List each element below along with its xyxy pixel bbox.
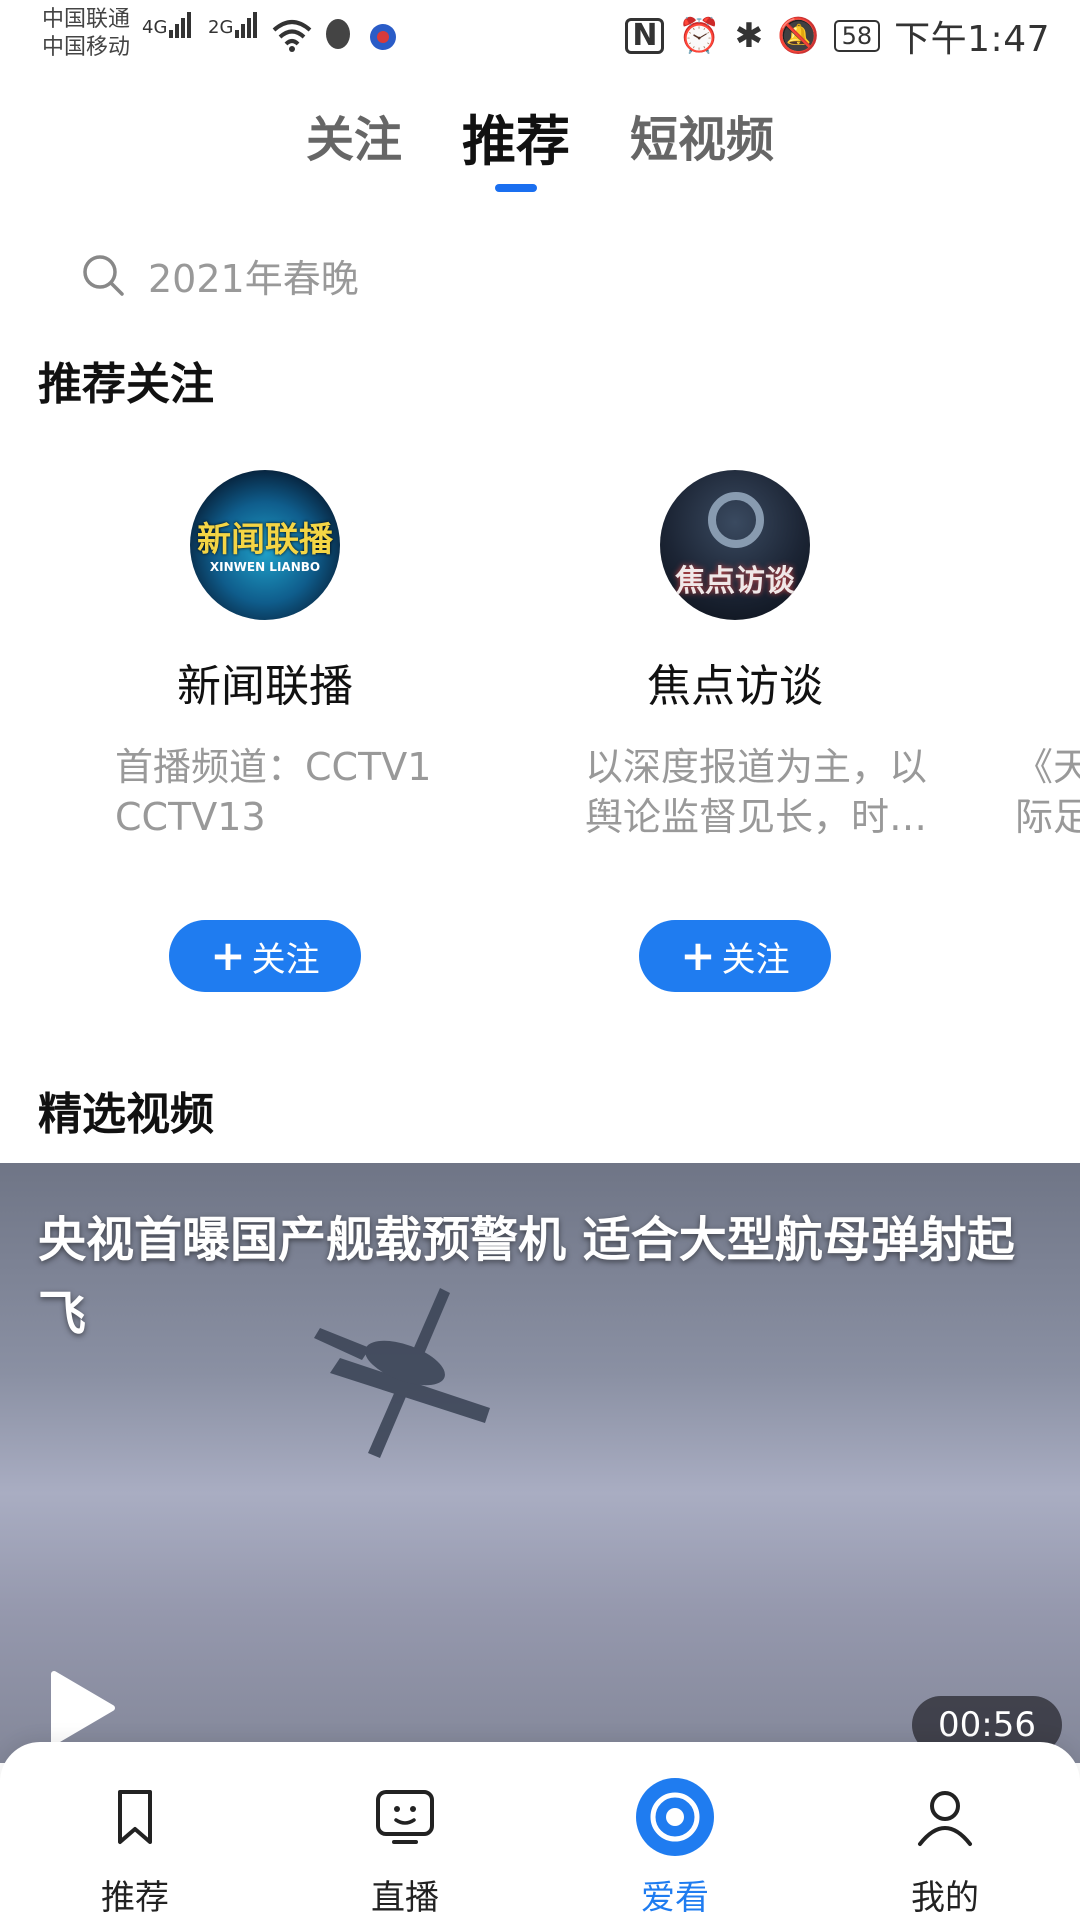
- nav-item-profile[interactable]: 我的: [845, 1782, 1045, 1919]
- section-title-recommend: 推荐关注: [38, 359, 214, 410]
- qq-icon: [326, 19, 350, 49]
- logo-emblem-icon: [708, 492, 764, 548]
- card-description: 首播频道：CCTV1 CCTV13: [115, 745, 432, 839]
- status-icons: N ⏰ ✱ 🔕 58 下午1:47: [625, 14, 1050, 60]
- bluetooth-icon: ✱: [734, 16, 764, 56]
- nav-item-recommend[interactable]: 推荐: [35, 1782, 235, 1919]
- featured-video[interactable]: 央视首曝国产舰载预警机 适合大型航母弹射起飞 00:56: [0, 1163, 1080, 1763]
- plus-icon: +: [210, 931, 246, 980]
- target-icon: [636, 1778, 714, 1856]
- partial-card-description[interactable]: 《天 际足: [1015, 742, 1080, 842]
- plus-icon: +: [680, 931, 716, 980]
- clock: 下午1:47: [894, 19, 1050, 60]
- alarm-icon: ⏰: [678, 16, 721, 56]
- carrier-2: 中国移动: [42, 35, 131, 60]
- search-bar[interactable]: 2021年春晚: [80, 245, 359, 305]
- app-screen: 中国联通 中国移动 4G 2G N ⏰ ✱ 🔕 58 下午1:47 关注 推荐 …: [0, 0, 1080, 1920]
- nav-label: 推荐: [101, 1878, 169, 1918]
- active-tab-indicator: [495, 184, 537, 192]
- user-icon: [918, 1791, 972, 1846]
- card-name: 焦点访谈: [647, 661, 823, 712]
- avatar[interactable]: 新闻联播 XINWEN LIANBO: [190, 470, 340, 620]
- video-title: 央视首曝国产舰载预警机 适合大型航母弹射起飞: [38, 1212, 1015, 1342]
- tv-icon: [376, 1790, 434, 1844]
- tab-recommend[interactable]: 推荐: [462, 97, 570, 176]
- bottom-navigation: 推荐 直播 爱看 我的: [0, 1742, 1080, 1920]
- carrier-1: 中国联通: [42, 7, 131, 32]
- nav-label: 我的: [911, 1878, 979, 1918]
- follow-button[interactable]: + 关注: [169, 920, 361, 992]
- battery-icon: 58: [833, 20, 881, 52]
- status-bar: 中国联通 中国移动 4G 2G N ⏰ ✱ 🔕 58 下午1:47: [0, 0, 1080, 75]
- nav-item-aikan[interactable]: 爱看: [575, 1778, 775, 1919]
- card-name: 新闻联播: [177, 661, 353, 712]
- wifi-icon: [272, 20, 312, 52]
- follow-button[interactable]: + 关注: [639, 920, 831, 992]
- nfc-icon: N: [625, 18, 665, 54]
- card-description: 以深度报道为主，以舆论监督见长，时…: [585, 745, 928, 839]
- nav-label: 爱看: [641, 1878, 709, 1918]
- follow-button-label: 关注: [251, 939, 320, 980]
- app-notification-icon: [370, 24, 396, 50]
- nav-label: 直播: [371, 1878, 439, 1918]
- carrier-info: 中国联通 中国移动: [42, 6, 130, 62]
- mute-icon: 🔕: [777, 16, 820, 56]
- tab-short-video[interactable]: 短视频: [630, 100, 774, 170]
- recommend-card[interactable]: 新闻联播 XINWEN LIANBO 新闻联播 首播频道：CCTV1 CCTV1…: [55, 470, 475, 992]
- avatar[interactable]: 焦点访谈: [660, 470, 810, 620]
- logo-text: 焦点访谈: [675, 564, 795, 599]
- search-placeholder: 2021年春晚: [148, 256, 359, 301]
- logo-subtext: XINWEN LIANBO: [209, 560, 321, 574]
- top-tab-bar: 关注 推荐 短视频: [0, 100, 1080, 190]
- tab-follow[interactable]: 关注: [306, 100, 402, 170]
- search-icon: [83, 255, 124, 296]
- bookmark-icon: [118, 1790, 152, 1844]
- section-title-featured: 精选视频: [38, 1089, 214, 1140]
- play-icon[interactable]: [48, 1668, 118, 1748]
- follow-button-label: 关注: [721, 939, 790, 980]
- nav-item-live[interactable]: 直播: [305, 1782, 505, 1919]
- signal-1-icon: 4G: [142, 12, 193, 38]
- logo-text: 新闻联播: [197, 520, 333, 560]
- recommend-card[interactable]: 焦点访谈 焦点访谈 以深度报道为主，以舆论监督见长，时… + 关注: [525, 470, 945, 992]
- signal-2-icon: 2G: [208, 12, 259, 38]
